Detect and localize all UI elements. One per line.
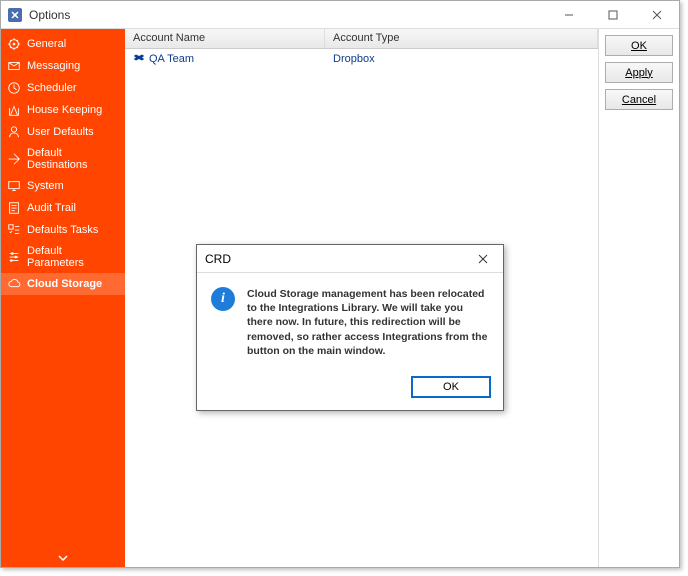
cancel-button[interactable]: Cancel — [605, 89, 673, 110]
right-panel: OK Apply Cancel — [599, 29, 679, 567]
default-parameters-icon — [7, 250, 21, 264]
dialog-title-text: CRD — [205, 252, 231, 266]
sidebar-item-house-keeping[interactable]: House Keeping — [1, 99, 125, 121]
sidebar-item-label: Default Destinations — [27, 147, 119, 171]
sidebar-item-audit-trail[interactable]: Audit Trail — [1, 197, 125, 219]
sidebar-item-label: General — [27, 38, 66, 50]
defaults-tasks-icon — [7, 223, 21, 237]
dropbox-icon — [133, 53, 145, 65]
account-name-text: QA Team — [149, 53, 194, 65]
sidebar-item-default-parameters[interactable]: Default Parameters — [1, 241, 125, 273]
window-title: Options — [29, 8, 70, 22]
cloud-storage-icon — [7, 277, 21, 291]
col-account-name[interactable]: Account Name — [125, 29, 325, 48]
dialog-ok-button[interactable]: OK — [411, 376, 491, 398]
sidebar-item-system[interactable]: System — [1, 175, 125, 197]
audit-trail-icon — [7, 201, 21, 215]
titlebar: Options — [1, 1, 679, 29]
table-row[interactable]: QA Team Dropbox — [125, 49, 598, 69]
close-button[interactable] — [635, 1, 679, 29]
sidebar-item-messaging[interactable]: Messaging — [1, 55, 125, 77]
sidebar-item-defaults-tasks[interactable]: Defaults Tasks — [1, 219, 125, 241]
sidebar-item-label: User Defaults — [27, 126, 94, 138]
sidebar-item-general[interactable]: General — [1, 33, 125, 55]
dialog-titlebar: CRD — [197, 245, 503, 273]
apply-button[interactable]: Apply — [605, 62, 673, 83]
sidebar-item-label: System — [27, 180, 64, 192]
scheduler-icon — [7, 81, 21, 95]
account-type-text: Dropbox — [333, 53, 375, 65]
cell-account-name: QA Team — [125, 51, 325, 67]
sidebar-item-default-destinations[interactable]: Default Destinations — [1, 143, 125, 175]
col-account-type[interactable]: Account Type — [325, 29, 598, 48]
table-header: Account Name Account Type — [125, 29, 598, 49]
sidebar: General Messaging Scheduler House Keepin… — [1, 29, 125, 567]
sidebar-item-label: Cloud Storage — [27, 278, 102, 290]
sidebar-item-scheduler[interactable]: Scheduler — [1, 77, 125, 99]
system-icon — [7, 179, 21, 193]
sidebar-item-label: Messaging — [27, 60, 80, 72]
chevron-down-icon[interactable] — [58, 555, 68, 561]
messaging-icon — [7, 59, 21, 73]
sidebar-item-label: Default Parameters — [27, 245, 119, 269]
sidebar-item-label: Audit Trail — [27, 202, 76, 214]
close-icon — [478, 254, 488, 264]
window-controls — [547, 1, 679, 29]
house-keeping-icon — [7, 103, 21, 117]
info-icon: i — [211, 287, 235, 311]
general-icon — [7, 37, 21, 51]
app-icon — [7, 7, 23, 23]
default-destinations-icon — [7, 152, 21, 166]
cell-account-type: Dropbox — [325, 51, 598, 67]
sidebar-item-user-defaults[interactable]: User Defaults — [1, 121, 125, 143]
sidebar-item-label: Scheduler — [27, 82, 77, 94]
dialog-message: Cloud Storage management has been reloca… — [247, 287, 491, 358]
maximize-button[interactable] — [591, 1, 635, 29]
titlebar-left: Options — [7, 7, 70, 23]
user-defaults-icon — [7, 125, 21, 139]
minimize-button[interactable] — [547, 1, 591, 29]
dialog-body: i Cloud Storage management has been relo… — [197, 273, 503, 368]
sidebar-item-label: House Keeping — [27, 104, 102, 116]
dialog-close-button[interactable] — [471, 247, 495, 271]
dialog-footer: OK — [197, 368, 503, 410]
info-dialog: CRD i Cloud Storage management has been … — [196, 244, 504, 411]
ok-button[interactable]: OK — [605, 35, 673, 56]
sidebar-item-label: Defaults Tasks — [27, 224, 98, 236]
sidebar-item-cloud-storage[interactable]: Cloud Storage — [1, 273, 125, 295]
